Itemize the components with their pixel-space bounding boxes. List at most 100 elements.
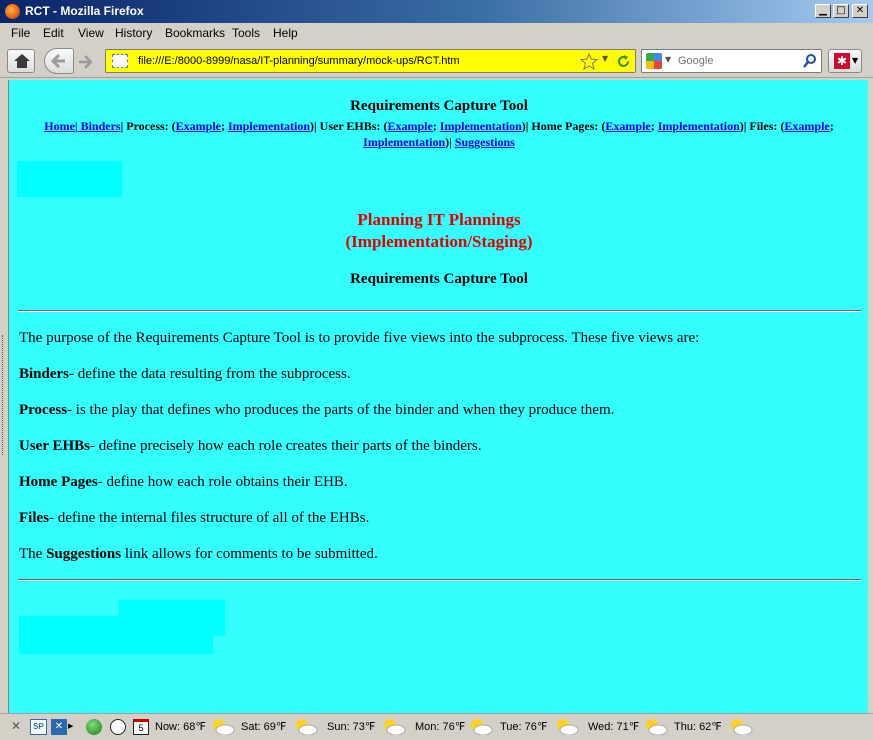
page-heading-line2: (Implementation/Staging) (345, 232, 533, 251)
url-text[interactable]: file:///E:/8000-8999/nasa/IT-planning/su… (138, 55, 460, 67)
suggestions-text: The Suggestions link allows for comments… (19, 546, 378, 563)
page-identity-icon[interactable] (112, 54, 128, 68)
weather-tue[interactable]: Tue: 76℉ (500, 720, 547, 733)
menu-help[interactable]: Help (273, 26, 298, 40)
menu-bookmarks[interactable]: Bookmarks (165, 26, 225, 40)
nav-user-ehbs-implementation-link[interactable]: Implementation (440, 119, 522, 133)
home-button[interactable] (7, 49, 35, 73)
sp-addon-icon[interactable]: SP (30, 719, 47, 735)
addon-dropdown-icon: ▼ (852, 56, 859, 65)
nav-process-label: Process: ( (126, 119, 176, 133)
nav-process-implementation-link[interactable]: Implementation (228, 119, 310, 133)
view-process: Process- is the play that defines who pr… (19, 402, 614, 419)
maximize-button[interactable]: □ (833, 4, 849, 18)
addon-button[interactable]: ✱ ▼ (828, 49, 862, 73)
partly-cloudy-icon (731, 719, 753, 735)
weather-wed[interactable]: Wed: 71℉ (588, 720, 639, 733)
page-heading: Planning IT Plannings (Implementation/St… (9, 209, 868, 253)
google-engine-icon[interactable] (646, 53, 662, 69)
view-home-pages: Home Pages- define how each role obtains… (19, 474, 348, 491)
search-input[interactable] (676, 52, 796, 70)
nav-suggestions-link[interactable]: Suggestions (455, 135, 515, 149)
divider-bottom (18, 579, 861, 581)
view-description: - define the internal files structure of… (49, 510, 370, 526)
navigation-toolbar: file:///E:/8000-8999/nasa/IT-planning/su… (0, 44, 873, 78)
home-icon (14, 54, 30, 68)
suggestions-suffix: link allows for comments to be submitted… (121, 546, 378, 562)
nav-files-label: Files: ( (749, 119, 785, 133)
forward-button[interactable] (74, 51, 98, 73)
engine-dropdown-icon[interactable]: ▼ (665, 55, 671, 64)
view-term: Binders (19, 366, 70, 382)
nav-binders-link[interactable]: Binders (78, 119, 121, 133)
nav-user-ehbs-label: User EHBs: ( (319, 119, 388, 133)
addon-menu-arrow-icon[interactable]: ▶ (68, 722, 73, 730)
search-bar[interactable]: ▼ (641, 49, 822, 73)
back-button[interactable] (44, 48, 74, 74)
weather-now[interactable]: Now: 68℉ (155, 720, 206, 733)
nav-home-pages-implementation-link[interactable]: Implementation (658, 119, 740, 133)
weather-sun[interactable]: Sun: 73℉ (327, 720, 375, 733)
reload-icon[interactable] (616, 54, 631, 69)
weather-mon[interactable]: Mon: 76℉ (415, 720, 465, 733)
suggestions-term: Suggestions (46, 546, 122, 562)
view-term: User EHBs (19, 438, 90, 454)
menu-bar: File Edit View History Bookmarks Tools H… (0, 23, 873, 44)
nav-process-example-link[interactable]: Example (176, 119, 221, 133)
placeholder-image (17, 161, 122, 197)
minimize-button[interactable]: ▁ (815, 4, 831, 18)
green-status-icon[interactable] (86, 719, 102, 735)
page-heading-line1: Planning IT Plannings (357, 210, 521, 229)
addon-icon: ✱ (834, 53, 850, 69)
url-bar[interactable]: file:///E:/8000-8999/nasa/IT-planning/su… (105, 49, 636, 73)
view-user-ehbs: User EHBs- define precisely how each rol… (19, 438, 481, 455)
menu-history[interactable]: History (115, 26, 152, 40)
partly-cloudy-icon (646, 719, 668, 735)
page-subheading: Requirements Capture Tool (350, 271, 528, 287)
view-description: - define the data resulting from the sub… (69, 366, 351, 382)
view-description: - is the play that defines who produces … (67, 402, 615, 418)
menu-edit[interactable]: Edit (43, 26, 64, 40)
view-term: Files (19, 510, 49, 526)
menu-file[interactable]: File (11, 26, 30, 40)
firefox-icon (5, 4, 20, 19)
nav-home-pages-example-link[interactable]: Example (605, 119, 650, 133)
partly-cloudy-icon (557, 719, 579, 735)
forward-arrow-icon (79, 55, 93, 69)
view-binders: Binders- define the data resulting from … (19, 366, 351, 383)
network-addon-icon[interactable]: ✕ (51, 719, 67, 735)
menu-tools[interactable]: Tools (232, 26, 260, 40)
weather-thu[interactable]: Thu: 62℉ (674, 720, 722, 733)
nav-files-implementation-link[interactable]: Implementation (363, 135, 445, 149)
nav-home-link[interactable]: Home (44, 119, 75, 133)
search-icon[interactable] (802, 53, 818, 69)
divider-top (18, 310, 861, 312)
menu-view[interactable]: View (78, 26, 104, 40)
placeholder-image (19, 616, 213, 654)
site-navigation: Home| Binders| Process: (Example; Implem… (44, 119, 834, 149)
nav-user-ehbs-example-link[interactable]: Example (387, 119, 432, 133)
close-findbar-icon[interactable]: ✕ (11, 719, 21, 733)
weather-sat[interactable]: Sat: 69℉ (241, 720, 286, 733)
clock-icon[interactable] (110, 719, 126, 735)
view-term: Process (19, 402, 68, 418)
nav-files-example-link[interactable]: Example (784, 119, 829, 133)
close-button[interactable]: ✕ (852, 4, 868, 18)
window-title-bar: RCT - Mozilla Firefox ▁ □ ✕ (0, 0, 873, 23)
partly-cloudy-icon (384, 719, 406, 735)
window-title: RCT - Mozilla Firefox (25, 4, 144, 18)
sidebar-splitter[interactable] (2, 335, 6, 455)
partly-cloudy-icon (471, 719, 493, 735)
intro-text: The purpose of the Requirements Capture … (19, 330, 700, 346)
partly-cloudy-icon (296, 719, 318, 735)
view-term: Home Pages (19, 474, 98, 490)
site-title: Requirements Capture Tool (350, 98, 528, 114)
view-description: - define how each role obtains their EHB… (97, 474, 348, 490)
bookmark-star-icon[interactable] (580, 53, 598, 70)
url-dropdown-icon[interactable]: ▼ (602, 54, 608, 63)
calendar-icon[interactable]: 5 (133, 719, 149, 735)
suggestions-prefix: The (19, 546, 47, 562)
status-bar: ✕ SP ✕ ▶ 5 Now: 68℉ Sat: 69℉ Sun: 73℉ Mo… (0, 713, 873, 740)
page-content: Requirements Capture Tool Home| Binders|… (8, 80, 868, 713)
partly-cloudy-icon (213, 719, 235, 735)
